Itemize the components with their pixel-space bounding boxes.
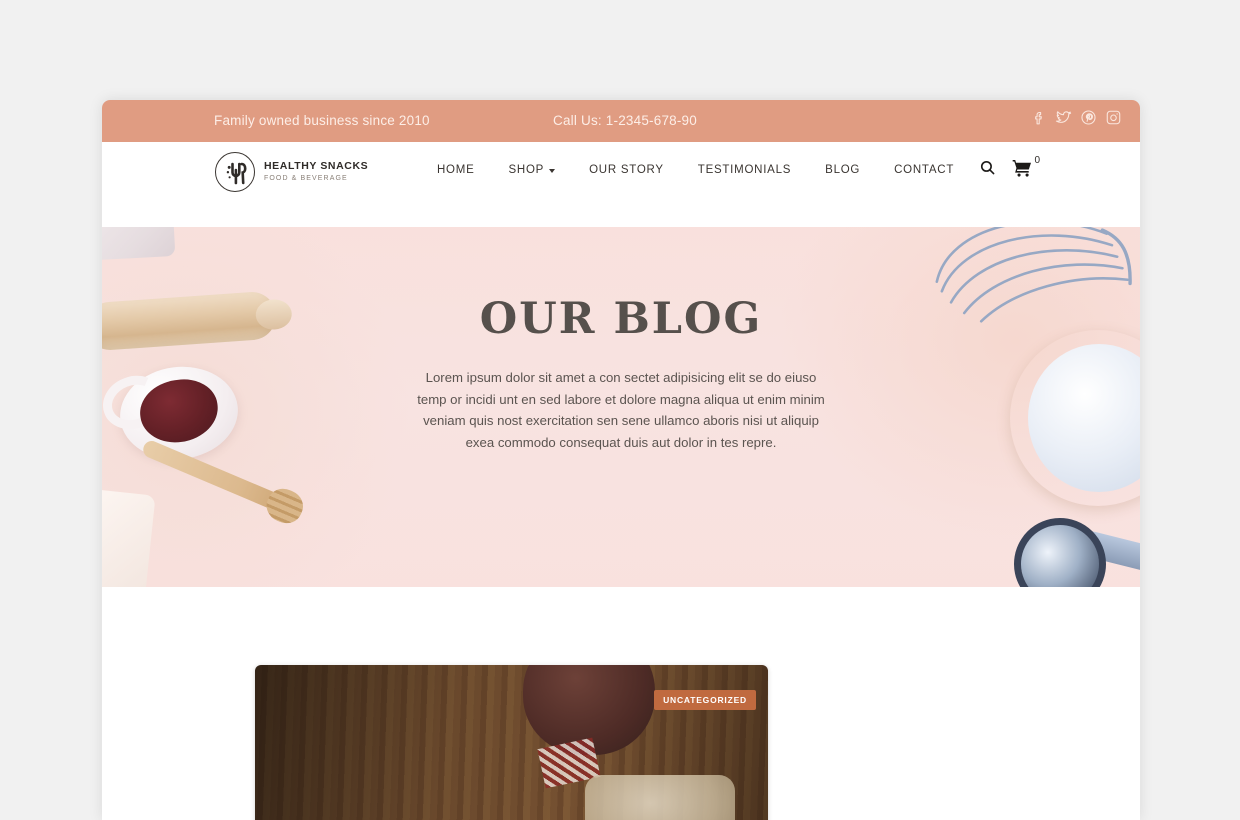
instagram-icon[interactable]	[1105, 109, 1122, 126]
torn-edge-bottom	[102, 587, 1140, 612]
brand-text: HEALTHY SNACKS FOOD & BEVERAGE	[264, 161, 368, 182]
nav-label: SHOP	[508, 164, 545, 176]
website-canvas: Family owned business since 2010 Call Us…	[102, 100, 1140, 820]
hero-copy: OUR BLOG Lorem ipsum dolor sit amet a co…	[102, 298, 1140, 453]
brand-name: HEALTHY SNACKS	[264, 160, 369, 173]
cart-icon	[1012, 159, 1032, 182]
page-title: OUR BLOG	[479, 294, 763, 344]
facebook-icon[interactable]	[1030, 109, 1047, 126]
site-header: HEALTHY SNACKS FOOD & BEVERAGE HOME SHOP…	[102, 142, 1140, 202]
chevron-down-icon	[549, 169, 556, 173]
tagline-text: Family owned business since 2010	[214, 113, 430, 128]
cart-button[interactable]: 0	[1012, 155, 1040, 182]
top-announcement-bar: Family owned business since 2010 Call Us…	[102, 100, 1140, 142]
brand-tagline: FOOD & BEVERAGE	[264, 174, 348, 182]
brand-logo[interactable]: HEALTHY SNACKS FOOD & BEVERAGE	[215, 152, 368, 192]
logo-emblem-icon	[215, 152, 255, 192]
hero-banner: OUR BLOG Lorem ipsum dolor sit amet a co…	[102, 202, 1140, 612]
post-category-badge[interactable]: UNCATEGORIZED	[654, 690, 756, 710]
cart-count: 0	[1034, 155, 1040, 166]
blog-post-card[interactable]: UNCATEGORIZED	[255, 665, 768, 820]
pinterest-icon[interactable]	[1080, 109, 1097, 126]
page-viewport: Family owned business since 2010 Call Us…	[0, 0, 1240, 820]
nav-label: TESTIMONIALS	[697, 164, 792, 176]
nav-item-blog[interactable]: BLOG	[808, 164, 877, 176]
phone-text: Call Us: 1-2345-678-90	[553, 113, 697, 128]
nav-item-testimonials[interactable]: TESTIMONIALS	[681, 164, 808, 176]
blog-content: UNCATEGORIZED Recent News	[102, 612, 1140, 820]
nav-item-our-story[interactable]: OUR STORY	[572, 164, 681, 176]
header-tools: 0	[979, 155, 1040, 182]
nav-item-contact[interactable]: CONTACT	[877, 164, 971, 176]
nav-label: OUR STORY	[589, 164, 664, 176]
social-links	[1030, 109, 1122, 126]
torn-edge-top	[102, 202, 1140, 236]
hero-paragraph: Lorem ipsum dolor sit amet a con sectet …	[417, 370, 825, 450]
twitter-icon[interactable]	[1055, 109, 1072, 126]
main-navigation: HOME SHOP OUR STORY TESTIMONIALS BLOG CO…	[420, 164, 971, 176]
nav-label: CONTACT	[894, 164, 955, 176]
nav-item-home[interactable]: HOME	[420, 164, 492, 176]
post-image-bowl	[585, 775, 735, 820]
nav-item-shop[interactable]: SHOP	[492, 164, 573, 176]
nav-label: BLOG	[825, 164, 861, 176]
search-icon[interactable]	[979, 159, 996, 181]
nav-label: HOME	[437, 164, 475, 176]
